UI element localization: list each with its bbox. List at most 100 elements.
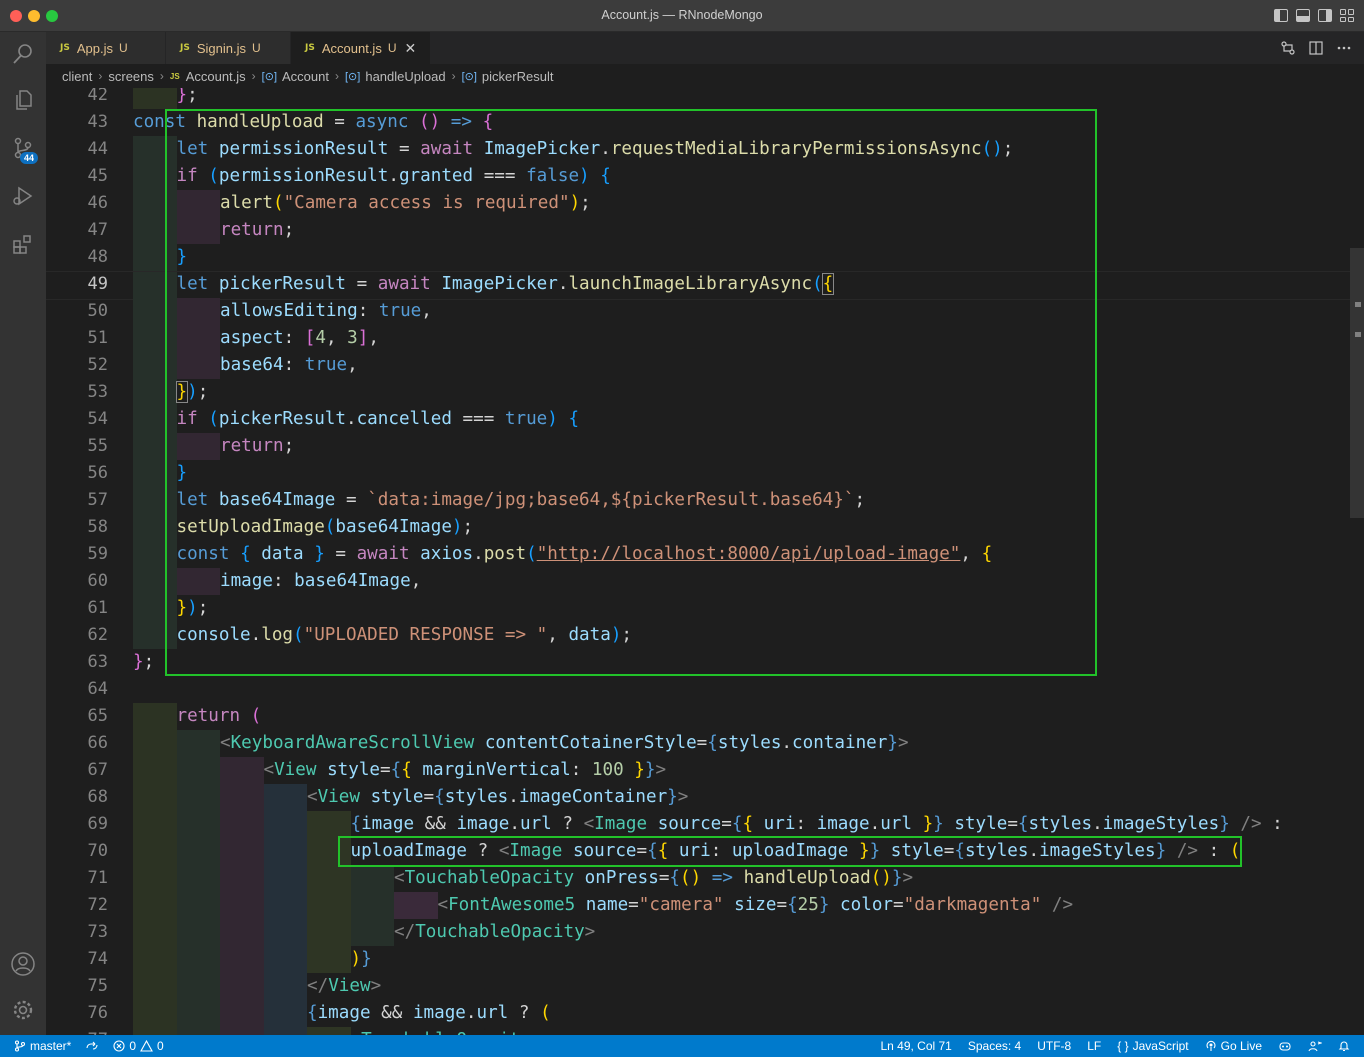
overview-ruler-mark [1355,332,1361,337]
problems-status[interactable]: 0 0 [113,1039,164,1053]
untracked-indicator: U [118,41,128,55]
breadcrumb-folder-screens[interactable]: screens [108,69,154,84]
code-line-current: let pickerResult = await ImagePicker.lau… [46,271,1363,300]
code-line: } [133,460,1323,487]
feedback-icon[interactable] [1308,1040,1322,1052]
settings-gear-icon[interactable] [0,988,46,1032]
line-number: 63 [87,652,108,672]
go-live-button[interactable]: Go Live [1205,1039,1262,1053]
customize-layout-icon[interactable] [1340,9,1354,22]
search-icon[interactable] [0,32,46,76]
code-line: const handleUpload = async () => { [133,112,494,132]
breadcrumb-file[interactable]: JS Account.js [170,69,246,84]
code-line: }); [133,379,1323,406]
toggle-panel-icon[interactable] [1296,9,1310,22]
encoding-status[interactable]: UTF-8 [1037,1039,1071,1053]
line-number: 58 [87,517,108,537]
breadcrumb-folder-client[interactable]: client [62,69,92,84]
split-editor-icon[interactable] [1308,40,1324,56]
overview-ruler-mark [1355,302,1361,307]
code-line: return; [133,217,1323,244]
code-line: allowsEditing: true, [133,298,1323,325]
line-number: 59 [87,544,108,564]
code-line: return; [133,433,1323,460]
line-number: 46 [87,193,108,213]
breadcrumb-symbol-account[interactable]: [⊙] Account [262,69,329,84]
warning-icon [140,1040,153,1052]
scrollbar-thumb[interactable] [1350,248,1364,518]
status-bar: master* 0 0 Ln 49, Col 71 Spaces: 4 UTF-… [0,1035,1364,1057]
language-mode[interactable]: { } JavaScript [1117,1039,1188,1053]
line-number: 50 [87,301,108,321]
code-line: const { data } = await axios.post("http:… [133,541,1323,568]
window-title: Account.js — RNnodeMongo [601,8,763,22]
code-line: <FontAwesome5 name="camera" size={25} co… [133,892,1323,919]
broadcast-icon [1206,1040,1216,1051]
line-number: 73 [87,922,108,942]
code-line: if (permissionResult.granted === false) … [133,163,1323,190]
code-line: {image && image.url ? <Image source={{ u… [133,811,1323,838]
code-line: let base64Image = `data:image/jpg;base64… [133,487,1323,514]
code-line: {image && image.url ? ( [133,1000,1323,1027]
line-number: 74 [87,949,108,969]
line-number: 57 [87,490,108,510]
code-line: }; [133,88,1323,109]
git-branch-icon [14,1040,26,1052]
line-number: 56 [87,463,108,483]
activity-bar: 44 [0,32,46,1035]
line-number: 70 [87,841,108,861]
breadcrumb-symbol-pickerresult[interactable]: [⊙] pickerResult [462,69,554,84]
line-number: 77 [46,1027,108,1035]
notifications-bell-icon[interactable] [1338,1040,1350,1052]
toggle-secondary-sidebar-icon[interactable] [1318,9,1332,22]
source-control-icon[interactable]: 44 [0,126,46,170]
tab-label: Account.js [321,40,382,56]
line-number: 61 [87,598,108,618]
line-number: 44 [87,139,108,159]
chevron-right-icon: › [98,69,103,83]
toggle-primary-sidebar-icon[interactable] [1274,9,1288,22]
code-line: )} [133,946,1323,973]
vertical-scrollbar[interactable] [1350,88,1364,1035]
code-line: <View style={{ marginVertical: 100 }}> [133,757,1323,784]
line-number: 54 [87,409,108,429]
code-lines[interactable]: }; const handleUpload = async () => { le… [46,88,1363,1035]
breadcrumb-symbol-handleupload[interactable]: [⊙] handleUpload [345,69,446,84]
tab-app-js[interactable]: JS App.js U [46,32,166,64]
more-actions-icon[interactable] [1336,40,1352,56]
cursor-position[interactable]: Ln 49, Col 71 [880,1039,951,1053]
code-line: if (pickerResult.cancelled === true) { [133,406,1323,433]
line-number: 62 [87,625,108,645]
line-number: 67 [87,760,108,780]
code-line: console.log("UPLOADED RESPONSE => ", dat… [133,622,1323,649]
copilot-icon[interactable] [1278,1040,1292,1052]
run-debug-icon[interactable] [0,174,46,218]
line-number: 48 [87,247,108,267]
tab-signin-js[interactable]: JS Signin.js U [166,32,291,64]
line-number: 42 [87,88,108,105]
line-number: 60 [87,571,108,591]
eol-status[interactable]: LF [1087,1039,1101,1053]
tab-account-js[interactable]: JS Account.js U ✕ [291,32,431,64]
code-line: image: base64Image, [133,568,1323,595]
code-line: <KeyboardAwareScrollView contentCotainer… [133,730,1323,757]
accounts-icon[interactable] [0,942,46,986]
untracked-indicator: U [387,41,397,55]
title-bar: Account.js — RNnodeMongo [0,0,1364,32]
indentation-status[interactable]: Spaces: 4 [968,1039,1021,1053]
code-line: aspect: [4, 3], [133,325,1323,352]
line-number: 75 [87,976,108,996]
close-tab-icon[interactable]: ✕ [405,40,417,57]
line-number-gutter: 42 43 44 45 46 47 48 49 50 51 52 53 54 55 56 57 58 59 60 61… [46,88,108,1035]
tab-label: Signin.js [196,40,246,56]
open-changes-icon[interactable] [1280,40,1296,56]
code-line: </TouchableOpacity> [133,919,1323,946]
line-number: 76 [87,1003,108,1023]
url-link[interactable]: "http://localhost:8000/api/upload-image" [537,544,961,564]
extensions-icon[interactable] [0,222,46,266]
sync-icon[interactable] [85,1040,99,1052]
code-line: <TouchableOpacity onPress={() => handleU… [133,865,1323,892]
explorer-icon[interactable] [0,78,46,122]
code-editor[interactable]: 42 43 44 45 46 47 48 49 50 51 52 53 54 55 56 57 58 59 60 61… [46,88,1364,1035]
branch-status[interactable]: master* [14,1039,71,1053]
